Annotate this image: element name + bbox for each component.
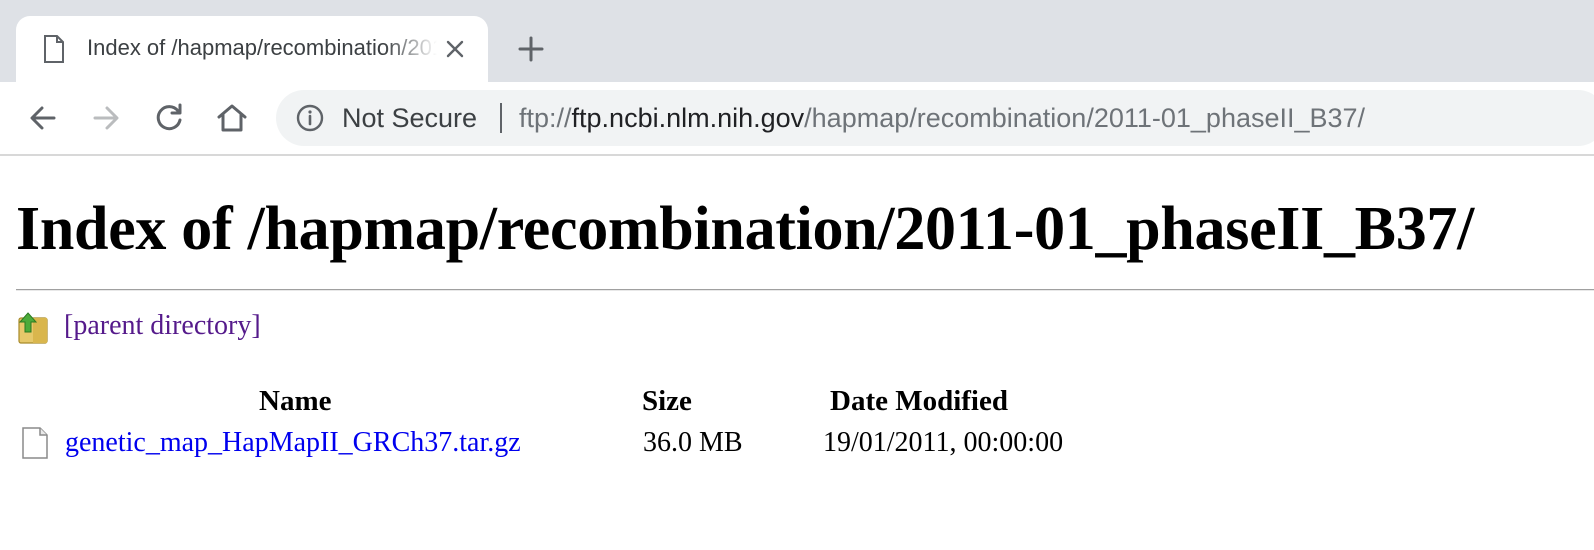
- page-icon: [44, 35, 64, 63]
- column-header-name[interactable]: Name: [259, 385, 331, 418]
- tab-title: Index of /hapmap/recombination/2011-01_p…: [87, 35, 437, 60]
- column-header-date-modified[interactable]: Date Modified: [830, 385, 1008, 418]
- forward-arrow-icon[interactable]: [88, 100, 124, 136]
- page-content: Index of /hapmap/recombination/2011-01_p…: [0, 156, 1594, 550]
- security-status[interactable]: Not Secure: [342, 103, 477, 134]
- parent-folder-up-icon[interactable]: [18, 312, 48, 344]
- file-size: 36.0 MB: [643, 427, 743, 458]
- tab-strip: Index of /hapmap/recombination/2011-01_p…: [0, 0, 1594, 82]
- column-header-size[interactable]: Size: [642, 385, 692, 418]
- browser-toolbar: Not Secure ftp://ftp.ncbi.nlm.nih.gov/ha…: [0, 82, 1594, 156]
- back-arrow-icon[interactable]: [25, 100, 61, 136]
- url-text[interactable]: ftp://ftp.ncbi.nlm.nih.gov/hapmap/recomb…: [519, 103, 1365, 134]
- url-host: ftp.ncbi.nlm.nih.gov: [571, 103, 805, 133]
- file-link[interactable]: genetic_map_HapMapII_GRCh37.tar.gz: [65, 427, 521, 459]
- omnibox-divider: [500, 103, 502, 133]
- new-tab-icon[interactable]: [517, 35, 545, 63]
- reload-icon[interactable]: [151, 100, 187, 136]
- file-icon: [22, 427, 48, 459]
- close-icon[interactable]: [444, 38, 466, 60]
- info-icon[interactable]: [296, 104, 324, 132]
- divider: [16, 289, 1594, 291]
- address-bar[interactable]: Not Secure ftp://ftp.ncbi.nlm.nih.gov/ha…: [276, 90, 1594, 146]
- active-tab[interactable]: Index of /hapmap/recombination/2011-01_p…: [16, 16, 488, 82]
- home-icon[interactable]: [214, 100, 250, 136]
- url-scheme: ftp://: [519, 103, 572, 133]
- page-title: Index of /hapmap/recombination/2011-01_p…: [16, 195, 1475, 263]
- file-date-modified: 19/01/2011, 00:00:00: [823, 427, 1064, 458]
- parent-directory-link[interactable]: [parent directory]: [64, 310, 261, 342]
- url-path: /hapmap/recombination/2011-01_phaseII_B3…: [804, 103, 1366, 133]
